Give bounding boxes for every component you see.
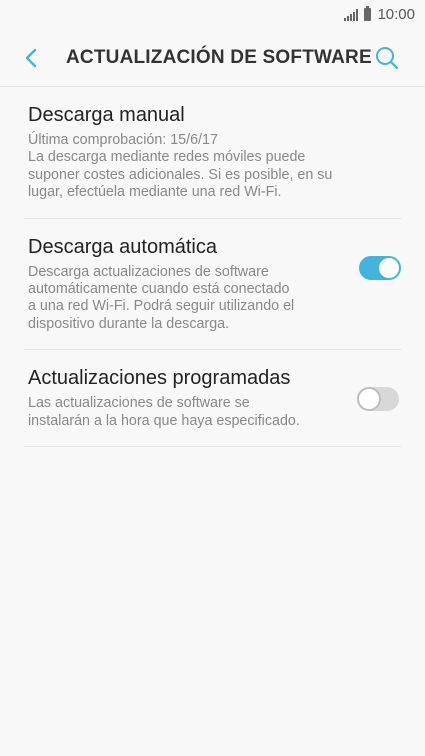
description-line: Última comprobación: 15/6/17 [28,132,218,148]
battery-icon [364,6,372,21]
description-line: La descarga mediante redes móviles puede [28,149,306,166]
description-line: a una red Wi-Fi. Podrá seguir utilizando… [28,298,295,315]
description-line: lugar, efectúela mediante una red Wi-Fi. [28,184,282,201]
status-bar: 10:00 [0,0,425,30]
list-item-descarga-automatica[interactable]: Descarga automática Descarga actualizaci… [24,219,401,351]
item-title: Actualizaciones programadas [28,367,291,390]
item-description: Última comprobación: 15/6/17 La descarga… [28,132,348,202]
description-line: automáticamente cuando está conectado [28,281,290,298]
description-line: dispositivo durante la descarga. [28,315,230,332]
description-line: Descarga actualizaciones de software [28,263,269,280]
description-line: instalarán a la hora que haya especifica… [28,412,300,429]
item-title: Descarga automática [28,235,217,258]
status-time: 10:00 [377,6,415,23]
status-icons: 10:00 [344,6,415,23]
app-header: ACTUALIZACIÓN DE SOFTWARE [0,30,425,87]
page-title: ACTUALIZACIÓN DE SOFTWARE [66,47,372,68]
signal-icon [344,8,359,21]
settings-list: Descarga manual Última comprobación: 15/… [0,87,425,448]
list-item-descarga-manual[interactable]: Descarga manual Última comprobación: 15/… [24,87,401,219]
item-title: Descarga manual [28,104,185,126]
description-line: Las actualizaciones de software se [28,395,250,412]
list-item-actualizaciones-programadas[interactable]: Actualizaciones programadas Las actualiz… [24,350,401,448]
search-button[interactable] [373,44,401,72]
auto-download-toggle[interactable] [357,251,401,280]
description-line: suponer costes adicionales. Si es posibl… [28,166,333,183]
back-button[interactable] [20,44,44,72]
item-description: Las actualizaciones de software se insta… [28,395,348,430]
back-arrow-icon [25,48,37,68]
item-description: Descarga actualizaciones de software aut… [28,264,348,334]
search-icon [376,47,399,70]
toggle-knob [377,255,401,280]
scheduled-updates-toggle[interactable] [357,382,401,412]
